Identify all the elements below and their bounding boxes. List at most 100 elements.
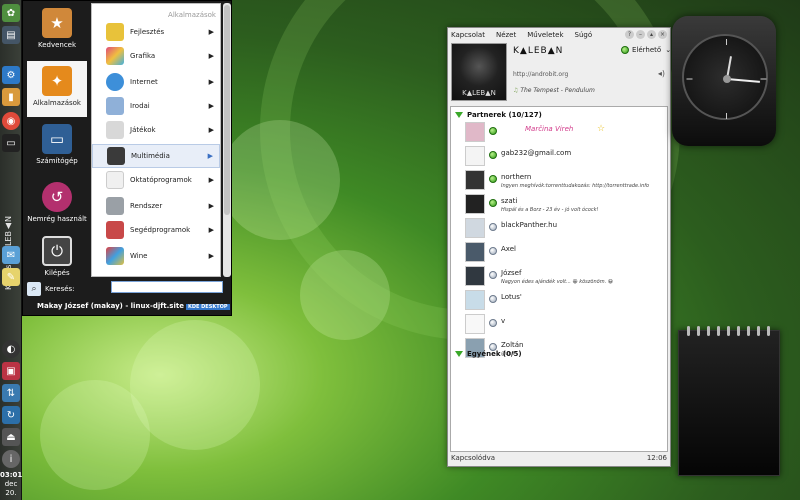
contact-avatar	[465, 242, 485, 262]
system-settings-icon[interactable]: ⚙	[2, 66, 20, 84]
kickoff-launcher-icon[interactable]: ✿	[2, 4, 20, 22]
app-list-scrollbar[interactable]	[223, 3, 231, 277]
contact-avatar	[465, 266, 485, 286]
left-panel: ✿ ▤ ⚙ ▮ ◉ ▭ KMess - KALEB▲N ✉ ✎ ◐ ▣ ⇅ ↻ …	[0, 0, 22, 500]
contact-row[interactable]: gab232@gmail.com	[465, 145, 665, 169]
menu-nezet[interactable]: Nézet	[496, 31, 516, 39]
expand-arrow-icon	[455, 351, 463, 357]
minimize-icon[interactable]: –	[636, 30, 645, 39]
online-status-icon	[489, 151, 497, 159]
help-icon[interactable]: ?	[625, 30, 634, 39]
close-icon[interactable]: ×	[658, 30, 667, 39]
contact-avatar	[465, 290, 485, 310]
kickoff-menu: ★ Kedvencek ✦ Alkalmazások ▭ Számítógép …	[22, 0, 232, 316]
app-category-wine[interactable]: Wine ▶	[92, 244, 220, 268]
contact-row[interactable]: szati Hispál és a Borz - 23 év - jó volt…	[465, 193, 665, 217]
app-category-irodai[interactable]: Irodai ▶	[92, 94, 220, 118]
show-desktop-icon[interactable]: ▤	[2, 26, 20, 44]
app-category-fejlesztes[interactable]: Fejlesztés ▶	[92, 20, 220, 44]
digital-clock[interactable]: 03:01 dec 20.	[0, 471, 22, 498]
notepad-ring	[767, 326, 770, 336]
volume-icon[interactable]: ◂)	[658, 69, 665, 78]
clock-minute-hand	[726, 78, 760, 83]
contact-row[interactable]: northern Ingyen meghívók:torrenttudakozá…	[465, 169, 665, 193]
contact-row[interactable]: v	[465, 313, 665, 337]
contact-row[interactable]: József Nagyon édes ajándék volt... 😀 kös…	[465, 265, 665, 289]
tab-computer[interactable]: ▭ Számítógép	[27, 119, 87, 175]
search-label: Keresés:	[45, 285, 75, 293]
avatar[interactable]: K▲LEB▲N	[451, 43, 507, 101]
contact-avatar	[465, 218, 485, 238]
away-status-icon	[489, 319, 497, 327]
kde-logo: KDE DESKTOP	[185, 304, 230, 310]
applications-icon: ✦	[42, 66, 72, 96]
device-notifier-icon[interactable]: ⏏	[2, 428, 20, 446]
browser-icon[interactable]: ◉	[2, 112, 20, 130]
app-category-multimedia[interactable]: Multimédia ▶	[92, 144, 220, 168]
tab-applications[interactable]: ✦ Alkalmazások	[27, 61, 87, 117]
clock-time: 03:01	[0, 471, 23, 479]
list-header: Alkalmazások	[168, 11, 216, 19]
contact-row[interactable]: blackPanther.hu	[465, 217, 665, 241]
analog-clock-widget[interactable]	[672, 16, 776, 146]
app-category-rendszer[interactable]: Rendszer ▶	[92, 194, 220, 218]
menu-sugo[interactable]: Súgó	[575, 31, 593, 39]
contact-avatar	[465, 170, 485, 190]
tab-recent[interactable]: ↺ Nemrég használt	[27, 177, 87, 233]
clock-tick	[760, 78, 767, 80]
notepad-ring	[707, 326, 710, 336]
app-category-internet[interactable]: Internet ▶	[92, 70, 220, 94]
app-category-grafika[interactable]: Grafika ▶	[92, 44, 220, 68]
expand-arrow-icon	[455, 112, 463, 118]
clock-center	[723, 75, 731, 83]
tab-leave[interactable]: ⏻ Kilépés	[27, 231, 87, 287]
notes-icon[interactable]: ✎	[2, 268, 20, 286]
submenu-arrow-icon: ▶	[208, 226, 214, 234]
notepad-ring	[757, 326, 760, 336]
updates-icon[interactable]: ↻	[2, 406, 20, 424]
maximize-icon[interactable]: ▴	[647, 30, 656, 39]
group-partners[interactable]: Partnerek (10/127)	[455, 111, 542, 119]
menu-muveletek[interactable]: Műveletek	[527, 31, 563, 39]
away-status-icon	[489, 247, 497, 255]
status-selector[interactable]: Elérhető ⌄	[621, 46, 671, 54]
network-icon[interactable]: ⇅	[2, 384, 20, 402]
menu-kapcsolat[interactable]: Kapcsolat	[451, 31, 485, 39]
utilities-icon	[106, 221, 124, 239]
notepad-ring	[737, 326, 740, 336]
volume-icon[interactable]: ◐	[2, 340, 20, 358]
system-icon	[106, 197, 124, 215]
notepad-ring	[747, 326, 750, 336]
contact-row[interactable]: Lotus'	[465, 289, 665, 313]
tab-favorites[interactable]: ★ Kedvencek	[27, 3, 87, 59]
graphics-icon	[106, 47, 124, 65]
search-input[interactable]	[111, 281, 223, 293]
submenu-arrow-icon: ▶	[208, 176, 214, 184]
contact-row[interactable]: Marčina Vireh ☆	[465, 121, 665, 145]
personal-message[interactable]: http://androbit.org	[513, 71, 568, 78]
scrollbar-thumb[interactable]	[224, 5, 230, 215]
online-status-icon	[489, 127, 497, 135]
clock-tick	[726, 113, 727, 119]
user-info: Makay József (makay) - linux-djft.site KD…	[37, 302, 230, 310]
contact-avatar	[465, 194, 485, 214]
terminal-icon[interactable]: ▭	[2, 134, 20, 152]
submenu-arrow-icon: ▶	[208, 28, 214, 36]
folder-icon[interactable]: ▮	[2, 88, 20, 106]
submenu-arrow-icon: ▶	[208, 202, 214, 210]
contact-list: Partnerek (10/127) Marčina Vireh ☆ gab23…	[450, 106, 668, 452]
app-category-jatekok[interactable]: Játékok ▶	[92, 118, 220, 142]
info-icon[interactable]: i	[2, 450, 20, 468]
notepad-ring	[687, 326, 690, 336]
app-category-oktato[interactable]: Oktatóprogramok ▶	[92, 168, 220, 192]
submenu-arrow-icon: ▶	[208, 52, 214, 60]
app-category-segedprogramok[interactable]: Segédprogramok ▶	[92, 218, 220, 242]
contact-row[interactable]: Axel	[465, 241, 665, 265]
clipboard-icon[interactable]: ▣	[2, 362, 20, 380]
session-time: 12:06	[646, 454, 667, 462]
notes-widget[interactable]	[678, 326, 780, 476]
chevron-down-icon: ⌄	[665, 46, 672, 54]
profile-name[interactable]: K▲LEB▲N	[513, 46, 563, 56]
group-contacts-other[interactable]: Egyének (0/5)	[455, 350, 522, 358]
kmess-tray-icon[interactable]: ✉	[2, 246, 20, 264]
